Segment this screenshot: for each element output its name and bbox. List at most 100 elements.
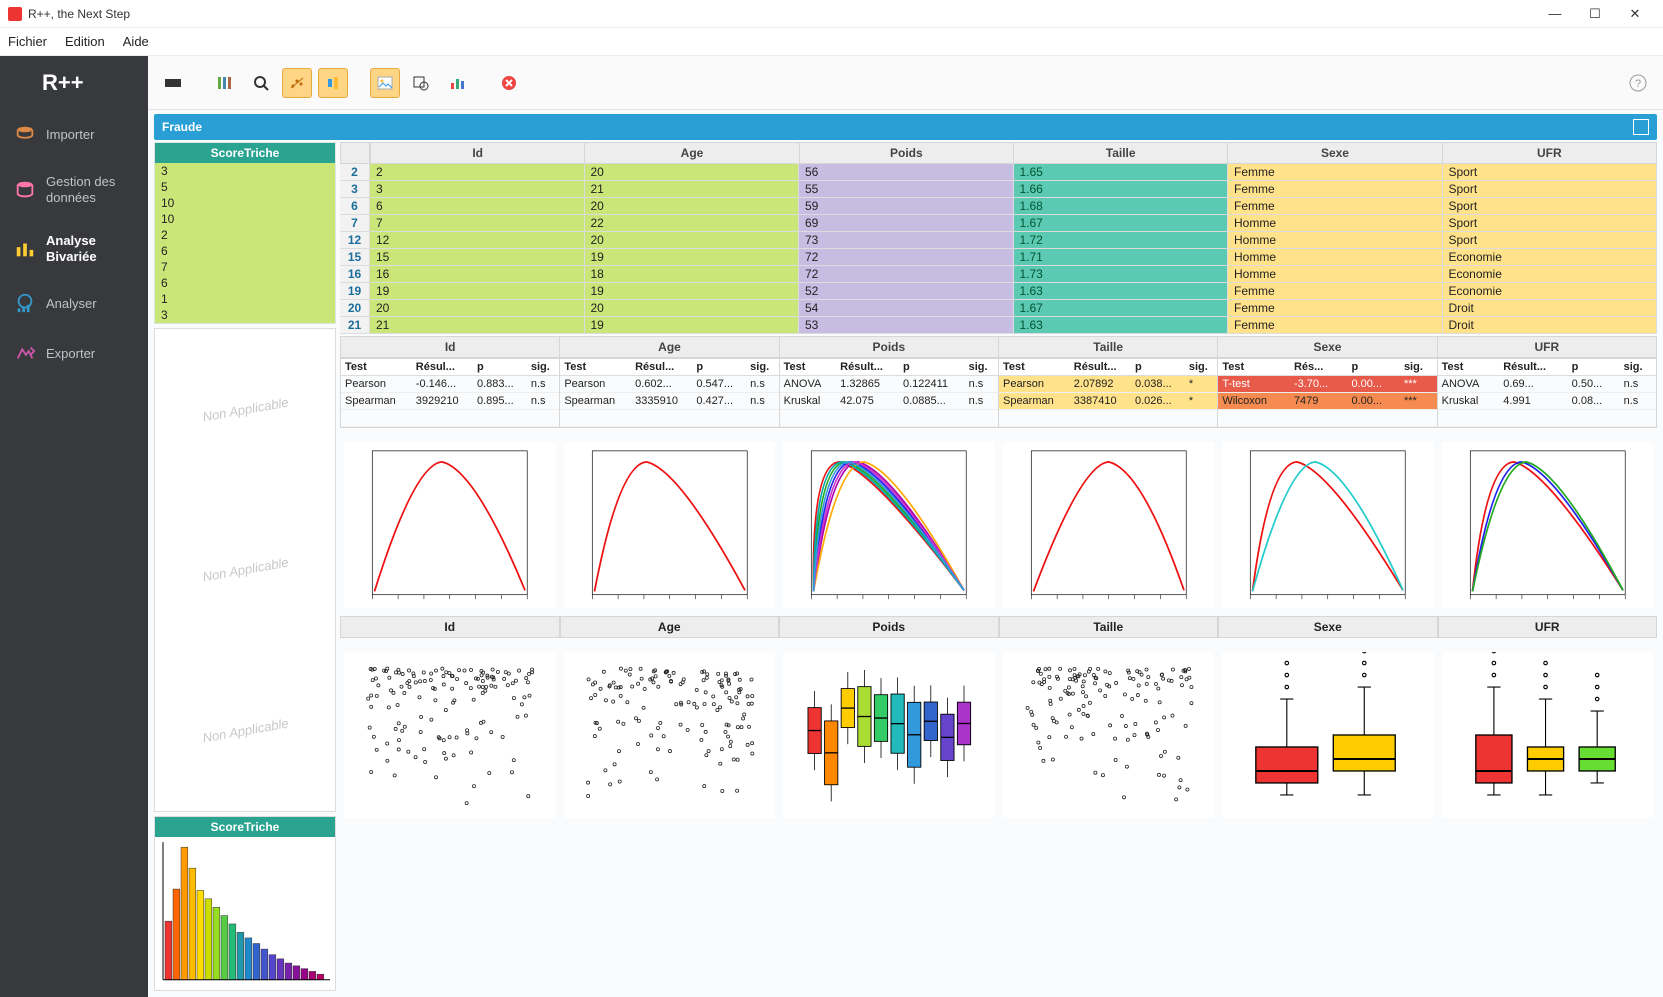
row-index: 2 — [340, 164, 370, 181]
panel-maximize-icon[interactable] — [1633, 119, 1649, 135]
table-row[interactable]: 7722691.67HommeSport — [340, 215, 1657, 232]
tool-inspect-icon[interactable] — [406, 68, 436, 98]
tool-boxplot-icon[interactable] — [318, 68, 348, 98]
scoretriche-cell[interactable]: 6 — [155, 275, 335, 291]
column-header[interactable]: Taille — [999, 336, 1218, 358]
density-chart[interactable] — [340, 438, 560, 612]
cell: Femme — [1228, 164, 1443, 181]
window-close-button[interactable]: ✕ — [1615, 0, 1655, 28]
sidebar-item-importer[interactable]: Importer — [0, 110, 148, 160]
row-index: 15 — [340, 249, 370, 266]
table-row[interactable]: 3321551.66FemmeSport — [340, 181, 1657, 198]
stat-block: TestRésult...psig.ANOVA0.69...0.50...n.s… — [1438, 358, 1657, 428]
cell: Homme — [1228, 249, 1443, 266]
table-row[interactable]: 161618721.73HommeEconomie — [340, 266, 1657, 283]
cell: 56 — [799, 164, 1014, 181]
column-header[interactable]: Sexe — [1218, 336, 1437, 358]
tool-picture-icon[interactable] — [370, 68, 400, 98]
stat-block: TestRésul...psig.Pearson0.602...0.547...… — [560, 358, 779, 428]
column-header[interactable]: Taille — [999, 616, 1219, 638]
table-row[interactable]: 212119531.63FemmeDroit — [340, 317, 1657, 334]
cell: Sport — [1443, 198, 1658, 215]
column-header[interactable]: Poids — [800, 142, 1014, 164]
column-header[interactable]: Sexe — [1218, 616, 1438, 638]
column-header[interactable]: UFR — [1438, 616, 1658, 638]
menu-aide[interactable]: Aide — [123, 34, 149, 49]
density-chart[interactable] — [999, 438, 1219, 612]
cell: Femme — [1228, 283, 1443, 300]
tool-help-icon[interactable]: ? — [1623, 68, 1653, 98]
summary-chart[interactable] — [340, 648, 560, 822]
density-chart[interactable] — [1438, 438, 1658, 612]
sidebar-item-bivariee[interactable]: Analyse Bivariée — [0, 219, 148, 278]
summary-chart[interactable] — [779, 648, 999, 822]
database-manage-icon — [14, 179, 36, 201]
sidebar-item-analyser[interactable]: Analyser — [0, 278, 148, 328]
column-header[interactable]: Sexe — [1228, 142, 1442, 164]
table-row[interactable]: 151519721.71HommeEconomie — [340, 249, 1657, 266]
table-row[interactable]: 2220561.65FemmeSport — [340, 164, 1657, 181]
column-header[interactable]: Age — [560, 336, 779, 358]
column-header[interactable]: Id — [340, 336, 560, 358]
summary-chart[interactable] — [1438, 648, 1658, 822]
cell: 15 — [370, 249, 585, 266]
data-header-row: IdAgePoidsTailleSexeUFR — [340, 142, 1657, 164]
column-header[interactable]: UFR — [1438, 336, 1657, 358]
cell: 1.66 — [1014, 181, 1229, 198]
table-row[interactable]: 191919521.63FemmeEconomie — [340, 283, 1657, 300]
cell: Homme — [1228, 266, 1443, 283]
dataset-bar: Fraude — [154, 114, 1657, 140]
column-header[interactable]: Poids — [779, 616, 999, 638]
column-header[interactable]: Id — [370, 142, 585, 164]
cell: 72 — [799, 249, 1014, 266]
window-minimize-button[interactable]: — — [1535, 0, 1575, 28]
tool-columns-icon[interactable] — [210, 68, 240, 98]
scoretriche-cell[interactable]: 3 — [155, 307, 335, 323]
tool-barchart-icon[interactable] — [442, 68, 472, 98]
table-row[interactable]: 121220731.72HommeSport — [340, 232, 1657, 249]
summary-chart[interactable] — [1218, 648, 1438, 822]
column-header[interactable]: Id — [340, 616, 560, 638]
tool-zoom-icon[interactable] — [246, 68, 276, 98]
cell: 73 — [799, 232, 1014, 249]
column-header[interactable]: Taille — [1014, 142, 1228, 164]
tool-layout-icon[interactable] — [158, 68, 188, 98]
summary-chart[interactable] — [560, 648, 780, 822]
scoretriche-cell[interactable]: 3 — [155, 163, 335, 179]
menu-fichier[interactable]: Fichier — [8, 34, 47, 49]
cell: 21 — [370, 317, 585, 334]
cell: 1.63 — [1014, 283, 1229, 300]
summary-chart[interactable] — [999, 648, 1219, 822]
scoretriche-panel: ScoreTriche 351010267613 — [154, 142, 336, 324]
scoretriche-cell[interactable]: 10 — [155, 211, 335, 227]
table-row[interactable]: 6620591.68FemmeSport — [340, 198, 1657, 215]
window-maximize-button[interactable]: ☐ — [1575, 0, 1615, 28]
tool-clear-icon[interactable] — [494, 68, 524, 98]
scoretriche-cell[interactable]: 2 — [155, 227, 335, 243]
scoretriche-cell[interactable]: 6 — [155, 243, 335, 259]
column-header[interactable]: UFR — [1443, 142, 1657, 164]
table-row[interactable]: 202020541.67FemmeDroit — [340, 300, 1657, 317]
cell: 20 — [585, 300, 800, 317]
window-title: R++, the Next Step — [28, 7, 130, 21]
cell: 1.65 — [1014, 164, 1229, 181]
density-chart[interactable] — [1218, 438, 1438, 612]
scoretriche-cell[interactable]: 10 — [155, 195, 335, 211]
scoretriche-cell[interactable]: 1 — [155, 291, 335, 307]
cell: Sport — [1443, 215, 1658, 232]
sidebar-item-exporter[interactable]: Exporter — [0, 328, 148, 378]
density-chart[interactable] — [560, 438, 780, 612]
density-chart[interactable] — [779, 438, 999, 612]
scoretriche-header: ScoreTriche — [155, 143, 335, 163]
cell: Droit — [1443, 317, 1658, 334]
column-header[interactable]: Poids — [780, 336, 999, 358]
menu-edition[interactable]: Edition — [65, 34, 105, 49]
scoretriche-cell[interactable]: 7 — [155, 259, 335, 275]
sidebar-item-gestion[interactable]: Gestion des données — [0, 160, 148, 219]
tool-scatter-icon[interactable] — [282, 68, 312, 98]
cell: 22 — [585, 215, 800, 232]
scoretriche-cell[interactable]: 5 — [155, 179, 335, 195]
bottom-chart-row — [340, 648, 1657, 822]
column-header[interactable]: Age — [585, 142, 799, 164]
column-header[interactable]: Age — [560, 616, 780, 638]
